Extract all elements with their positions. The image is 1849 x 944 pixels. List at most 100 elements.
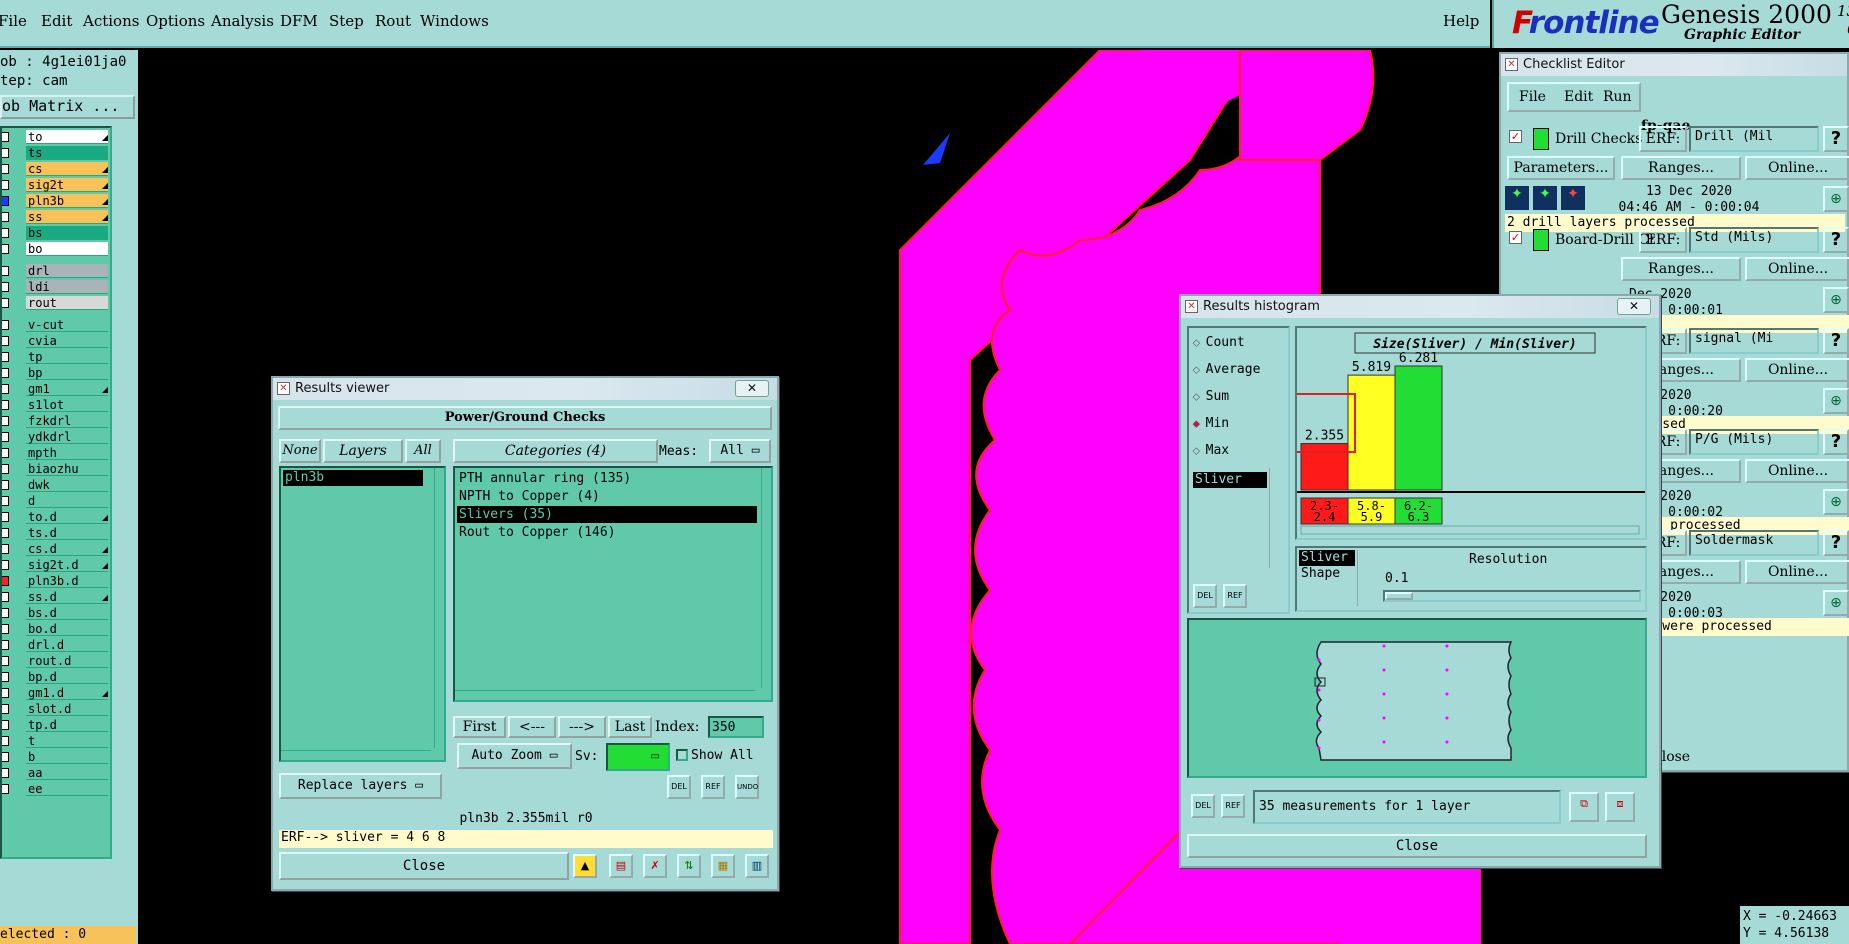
- layer-name[interactable]: gm1: [26, 382, 108, 396]
- layer-name[interactable]: mpth: [26, 446, 108, 460]
- layer-row[interactable]: d: [2, 494, 110, 508]
- layer-name[interactable]: aa: [26, 766, 108, 780]
- help-button[interactable]: ?: [1823, 227, 1849, 253]
- layer-checkbox[interactable]: [2, 528, 9, 538]
- layer-checkbox[interactable]: [2, 416, 9, 426]
- zoom-results-icon[interactable]: ⊕: [1823, 590, 1849, 616]
- run-all-icon[interactable]: ✦: [1533, 186, 1557, 210]
- next-button[interactable]: --->: [558, 716, 606, 738]
- layer-checkbox[interactable]: [2, 228, 9, 238]
- layer-row[interactable]: sig2t ◢: [2, 178, 110, 192]
- histogram-bar[interactable]: [1300, 443, 1349, 491]
- close-icon[interactable]: ✕: [735, 380, 769, 397]
- layer-checkbox[interactable]: [2, 336, 9, 346]
- vertical-scrollbar[interactable]: [434, 468, 444, 748]
- layer-row[interactable]: cs.d ◢: [2, 542, 110, 556]
- layer-row[interactable]: ss.d ◢: [2, 590, 110, 604]
- zoom-results-icon[interactable]: ⊕: [1823, 186, 1849, 212]
- layer-name[interactable]: d: [26, 494, 108, 508]
- layer-name[interactable]: v-cut: [26, 318, 108, 332]
- layer-results-list[interactable]: pln3b: [279, 466, 446, 762]
- layer-name[interactable]: cs: [26, 162, 108, 176]
- layer-name[interactable]: cvia: [26, 334, 108, 348]
- menu-analysis[interactable]: Analysis: [211, 12, 274, 30]
- categories-button[interactable]: Categories (4): [453, 439, 658, 463]
- histogram-icon[interactable]: ▥: [745, 854, 769, 878]
- layer-name[interactable]: sig2t.d: [26, 558, 108, 572]
- erf-select[interactable]: signal (Mi: [1689, 328, 1819, 354]
- layer-name[interactable]: bo: [26, 242, 108, 256]
- shape-list[interactable]: Sliver Shape: [1299, 550, 1355, 608]
- layer-result-item[interactable]: pln3b: [283, 470, 423, 486]
- prev-button[interactable]: <---: [508, 716, 556, 738]
- layer-row[interactable]: rout.d: [2, 654, 110, 668]
- layer-checkbox[interactable]: [2, 196, 9, 206]
- layer-checkbox[interactable]: [2, 400, 9, 410]
- menu-step[interactable]: Step: [329, 12, 364, 30]
- online-button[interactable]: Online...: [1745, 257, 1849, 281]
- report-icon[interactable]: ▦: [711, 854, 735, 878]
- category-item[interactable]: PTH annular ring (135): [457, 470, 757, 487]
- option-average[interactable]: ◆ Average: [1193, 361, 1261, 379]
- layer-row[interactable]: s1lot: [2, 398, 110, 412]
- checklist-editor-titlebar[interactable]: ✕ Checklist Editor: [1501, 54, 1847, 76]
- resolution-slider[interactable]: [1383, 590, 1641, 602]
- layer-checkbox[interactable]: [2, 180, 9, 190]
- layer-row[interactable]: drl: [2, 264, 110, 278]
- layer-name[interactable]: s1lot: [26, 398, 108, 412]
- layer-row[interactable]: ts: [2, 146, 110, 160]
- layer-row[interactable]: gm1.d ◢: [2, 686, 110, 700]
- ref-button[interactable]: REF: [701, 775, 725, 799]
- erf-select[interactable]: Drill (Mil: [1689, 126, 1819, 152]
- replace-layers-select[interactable]: Replace layers ▭: [279, 773, 442, 799]
- option-min[interactable]: ◆ Min: [1193, 415, 1229, 433]
- layer-row[interactable]: tp.d: [2, 718, 110, 732]
- layer-row[interactable]: cvia: [2, 334, 110, 348]
- layer-row[interactable]: rout: [2, 296, 110, 310]
- layer-checkbox[interactable]: [2, 464, 9, 474]
- layer-checkbox[interactable]: [2, 688, 9, 698]
- layer-row[interactable]: to.d ◢: [2, 510, 110, 524]
- layer-checkbox[interactable]: [2, 624, 9, 634]
- layer-row[interactable]: biaozhu: [2, 462, 110, 476]
- layer-checkbox[interactable]: [2, 672, 9, 682]
- online-button[interactable]: Online...: [1745, 156, 1849, 180]
- layer-name[interactable]: tp: [26, 350, 108, 364]
- zoom-to-result-icon[interactable]: ⧉: [1569, 792, 1599, 822]
- layer-checkbox[interactable]: [2, 132, 9, 142]
- layer-row[interactable]: bs: [2, 226, 110, 240]
- menu-help[interactable]: Help: [1443, 12, 1479, 30]
- help-button[interactable]: ?: [1823, 530, 1849, 556]
- zoom-results-icon[interactable]: ⊕: [1823, 489, 1849, 515]
- category-item[interactable]: Rout to Copper (146): [457, 524, 757, 541]
- checklist-menu-edit[interactable]: Edit: [1564, 89, 1593, 105]
- menu-edit[interactable]: Edit: [41, 12, 72, 30]
- layer-name[interactable]: ee: [26, 782, 108, 796]
- highlight-icon[interactable]: ▲: [573, 854, 597, 878]
- first-button[interactable]: First: [453, 716, 506, 738]
- layer-row[interactable]: dwk: [2, 478, 110, 492]
- vertical-scrollbar[interactable]: [1269, 468, 1281, 568]
- radio-diamond-icon[interactable]: ◆: [1193, 417, 1200, 431]
- sort-icon[interactable]: ⇅: [677, 854, 701, 878]
- layer-name[interactable]: pln3b.d: [26, 574, 108, 588]
- histogram-close-button[interactable]: Close: [1187, 834, 1647, 858]
- layer-name[interactable]: ts.d: [26, 526, 108, 540]
- layer-row[interactable]: bs.d: [2, 606, 110, 620]
- shape-item-sliver[interactable]: Sliver: [1299, 550, 1355, 566]
- measure-item[interactable]: Sliver: [1193, 472, 1267, 488]
- layer-name[interactable]: bs.d: [26, 606, 108, 620]
- layer-name[interactable]: cs.d: [26, 542, 108, 556]
- preview-ref-button[interactable]: REF: [1221, 794, 1245, 818]
- category-list[interactable]: PTH annular ring (135) NPTH to Copper (4)…: [453, 466, 773, 702]
- layer-name[interactable]: ydkdrl: [26, 430, 108, 444]
- layer-checkbox[interactable]: [2, 298, 9, 308]
- layer-row[interactable]: ss ◢: [2, 210, 110, 224]
- help-button[interactable]: ?: [1823, 429, 1849, 455]
- online-button[interactable]: Online...: [1745, 358, 1849, 382]
- check-enable-checkbox[interactable]: ✓: [1509, 231, 1522, 244]
- layer-checkbox[interactable]: [2, 352, 9, 362]
- layer-row[interactable]: ldi: [2, 280, 110, 294]
- zoom-results-icon[interactable]: ⊕: [1823, 287, 1849, 313]
- option-max[interactable]: ◆ Max: [1193, 442, 1229, 460]
